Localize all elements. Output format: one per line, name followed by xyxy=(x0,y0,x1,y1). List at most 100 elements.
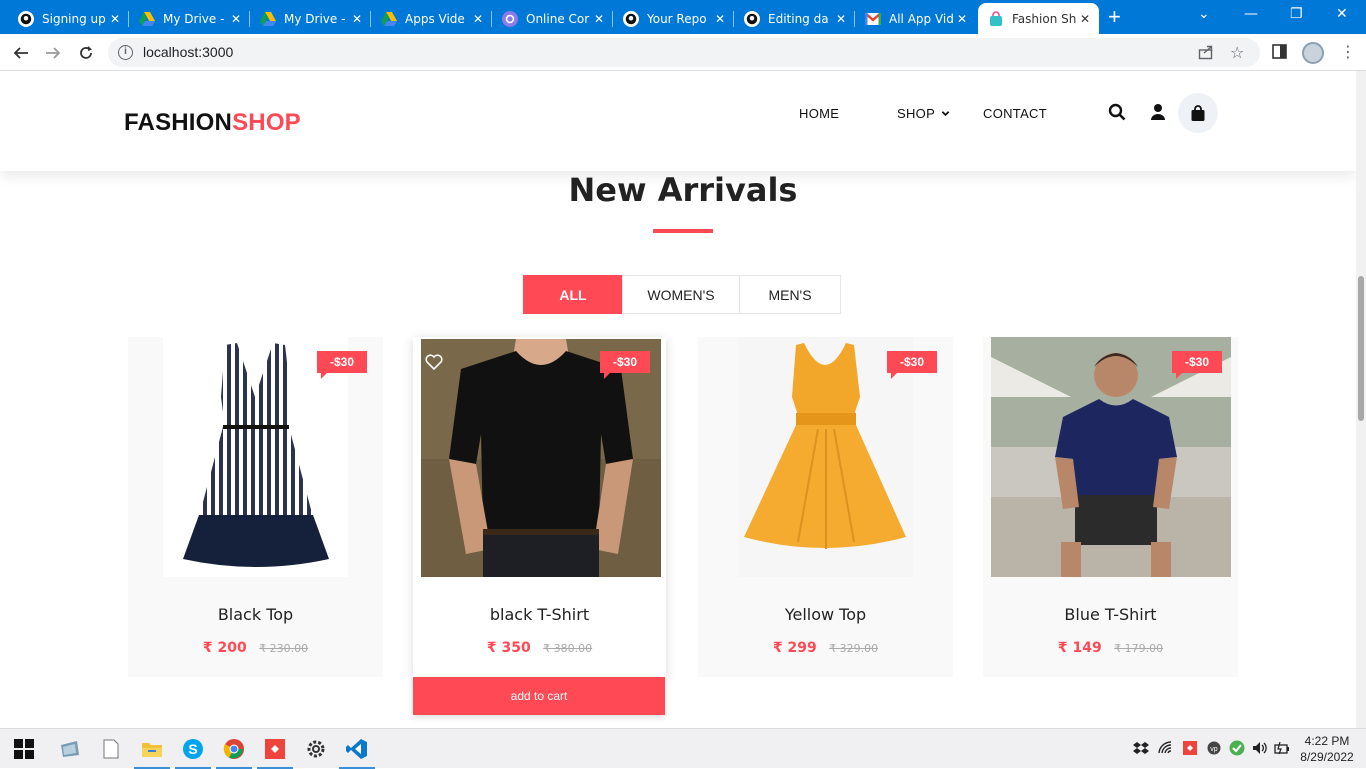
side-panel-icon[interactable] xyxy=(1272,44,1287,63)
tab-title: My Drive - xyxy=(163,11,225,26)
tab-title: All App Vid xyxy=(889,11,954,26)
product-card[interactable]: -$30 Yellow Top ₹ 299 ₹ 329.00 xyxy=(698,337,953,677)
browser-tab[interactable]: Your Repo ✕ xyxy=(613,3,734,34)
clock-time: 4:22 PM xyxy=(1304,734,1350,748)
new-tab-button[interactable]: + xyxy=(1108,6,1121,28)
system-clock[interactable]: 4:22 PM 8/29/2022 xyxy=(1296,733,1358,765)
back-button[interactable] xyxy=(9,41,33,65)
close-icon[interactable]: ✕ xyxy=(591,12,607,26)
browser-tab[interactable]: Signing up ✕ xyxy=(8,3,129,34)
info-icon[interactable]: i xyxy=(118,45,133,60)
app-icon[interactable] xyxy=(50,729,90,769)
battery-icon[interactable] xyxy=(1273,739,1291,757)
product-prices: ₹ 299 ₹ 329.00 xyxy=(698,639,953,657)
anydesk-icon[interactable] xyxy=(255,729,295,769)
discount-badge: -$30 xyxy=(887,351,937,373)
browser-tab[interactable]: All App Vid ✕ xyxy=(855,3,976,34)
browser-tab[interactable]: Apps Vide ✕ xyxy=(371,3,492,34)
dropbox-icon[interactable] xyxy=(1132,739,1150,757)
tab-title: Apps Vide xyxy=(405,11,465,26)
vscode-icon[interactable] xyxy=(337,729,377,769)
close-icon[interactable]: ✕ xyxy=(470,12,486,26)
product-prices: ₹ 200 ₹ 230.00 xyxy=(128,639,383,657)
browser-tab[interactable]: My Drive - ✕ xyxy=(250,3,371,34)
close-icon[interactable]: ✕ xyxy=(833,12,849,26)
file-explorer-icon[interactable] xyxy=(132,729,172,769)
close-icon[interactable]: ✕ xyxy=(954,12,970,26)
svg-text:S: S xyxy=(188,741,197,757)
user-icon[interactable] xyxy=(1150,103,1170,123)
forward-button[interactable] xyxy=(41,41,65,65)
nav-home[interactable]: HOME xyxy=(799,106,839,121)
logo-part-1: FASHION xyxy=(124,109,233,136)
close-icon[interactable]: ✕ xyxy=(349,12,365,26)
heart-icon[interactable] xyxy=(425,354,445,372)
section-title: New Arrivals xyxy=(568,171,798,209)
nav-shop[interactable]: SHOP xyxy=(897,106,950,121)
product-name[interactable]: black T-Shirt xyxy=(413,605,666,624)
close-icon[interactable]: ✕ xyxy=(1077,12,1093,26)
discount-badge: -$30 xyxy=(317,351,367,373)
filter-womens[interactable]: WOMEN'S xyxy=(622,275,740,314)
shopping-bag-icon xyxy=(988,10,1004,27)
cart-button[interactable] xyxy=(1178,93,1218,133)
product-card[interactable]: -$30 Blue T-Shirt ₹ 149 ₹ 179.00 xyxy=(983,337,1238,677)
security-check-icon[interactable] xyxy=(1228,739,1246,757)
anydesk-tray-icon[interactable] xyxy=(1181,739,1199,757)
filter-mens[interactable]: MEN'S xyxy=(739,275,841,314)
reload-button[interactable] xyxy=(74,41,98,65)
vpn-icon[interactable]: vp xyxy=(1205,739,1223,757)
profile-avatar[interactable] xyxy=(1302,42,1324,64)
site-header: FASHIONSHOP HOME SHOP CONTACT xyxy=(0,71,1356,171)
gmail-icon xyxy=(865,11,881,27)
scrollbar-thumb[interactable] xyxy=(1358,276,1364,421)
window-close-button[interactable]: ✕ xyxy=(1336,6,1348,22)
close-icon[interactable]: ✕ xyxy=(228,12,244,26)
product-prices: ₹ 350 ₹ 380.00 xyxy=(413,639,666,657)
address-bar[interactable]: i localhost:3000 ☆ xyxy=(108,38,1260,67)
product-price: ₹ 200 xyxy=(202,640,247,656)
skype-icon[interactable]: S xyxy=(173,729,213,769)
browser-tab[interactable]: My Drive - ✕ xyxy=(129,3,250,34)
product-card[interactable]: -$30 Black Top ₹ 200 ₹ 230.00 xyxy=(128,337,383,677)
settings-gear-icon[interactable] xyxy=(296,729,336,769)
product-name[interactable]: Blue T-Shirt xyxy=(983,605,1238,624)
product-image[interactable] xyxy=(738,337,913,577)
bookmark-star-icon[interactable]: ☆ xyxy=(1230,43,1244,62)
tab-search-icon[interactable]: ⌄ xyxy=(1198,6,1210,22)
add-to-cart-button[interactable]: add to cart xyxy=(413,677,665,715)
nav-contact[interactable]: CONTACT xyxy=(983,106,1047,121)
windows-start-icon[interactable] xyxy=(4,729,44,769)
product-name[interactable]: Yellow Top xyxy=(698,605,953,624)
discount-badge: -$30 xyxy=(1172,351,1222,373)
restore-button[interactable]: ❐ xyxy=(1290,6,1303,22)
converter-icon xyxy=(502,10,518,27)
product-old-price: ₹ 380.00 xyxy=(543,642,593,655)
more-menu-icon[interactable]: ⋮ xyxy=(1340,42,1356,61)
browser-tab-active[interactable]: Fashion Sh ✕ xyxy=(978,3,1099,34)
product-name[interactable]: Black Top xyxy=(128,605,383,624)
product-image[interactable] xyxy=(991,337,1231,577)
product-image[interactable] xyxy=(421,339,661,577)
browser-tab[interactable]: Editing da ✕ xyxy=(734,3,855,34)
web-page: FASHIONSHOP HOME SHOP CONTACT New Arriva… xyxy=(0,71,1356,728)
close-icon[interactable]: ✕ xyxy=(107,12,123,26)
logo-part-2: SHOP xyxy=(232,109,301,136)
volume-icon[interactable] xyxy=(1251,739,1269,757)
page-scrollbar[interactable] xyxy=(1356,71,1366,728)
browser-tab[interactable]: Online Cor ✕ xyxy=(492,3,613,34)
document-icon[interactable] xyxy=(91,729,131,769)
filter-all[interactable]: ALL xyxy=(523,275,623,314)
close-icon[interactable]: ✕ xyxy=(712,12,728,26)
url-text[interactable]: localhost:3000 xyxy=(143,44,233,60)
product-old-price: ₹ 230.00 xyxy=(259,642,309,655)
product-card-hovered[interactable]: -$30 black T-Shirt ₹ 350 ₹ 380.00 add to… xyxy=(413,337,666,715)
site-logo[interactable]: FASHIONSHOP xyxy=(124,109,301,137)
chrome-icon[interactable] xyxy=(214,729,254,769)
wifi-icon[interactable] xyxy=(1157,739,1175,757)
share-icon[interactable] xyxy=(1198,44,1214,64)
browser-toolbar: i localhost:3000 ☆ ⋮ xyxy=(0,34,1366,71)
tab-title: Fashion Sh xyxy=(1012,11,1077,26)
minimize-button[interactable]: — xyxy=(1244,6,1258,22)
search-icon[interactable] xyxy=(1108,103,1128,123)
